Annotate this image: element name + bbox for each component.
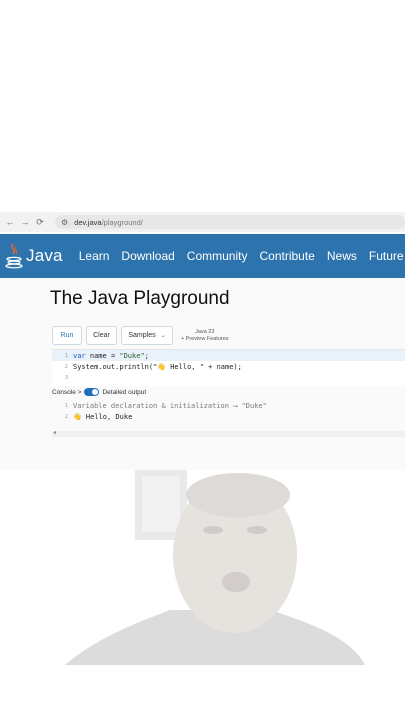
- browser-toolbar: ← → ⟳ ⚙ dev.java/playground/: [0, 212, 405, 232]
- code-line[interactable]: 2 System.out.println("👋 Hello, " + name)…: [52, 361, 405, 372]
- samples-label: Samples: [128, 332, 156, 339]
- run-button[interactable]: Run: [52, 326, 82, 345]
- code-keyword: var: [73, 351, 86, 360]
- code-line[interactable]: 1 var name = "Duke";: [52, 350, 405, 361]
- clear-button[interactable]: Clear: [86, 326, 117, 345]
- horizontal-scrollbar[interactable]: ◂: [52, 429, 405, 437]
- java-logo[interactable]: Java: [4, 242, 63, 270]
- site-navbar: Java Learn Download Community Contribute…: [0, 234, 405, 278]
- version-line-1: Java 23: [195, 328, 215, 335]
- code-editor[interactable]: 1 var name = "Duke"; 2 System.out.printl…: [52, 349, 405, 386]
- reload-icon[interactable]: ⟳: [35, 217, 45, 228]
- playground-toolbar: Run Clear Samples ⌄ Java 23 + Preview Fea…: [52, 326, 229, 345]
- clear-label: Clear: [93, 332, 110, 339]
- presenter-video-overlay: [65, 470, 365, 665]
- console-header: Console > Detailed output: [52, 388, 146, 396]
- line-number: 2: [64, 413, 68, 420]
- url-domain: dev.java: [74, 217, 102, 227]
- output-text: Variable declaration & initialization ⟶ …: [73, 401, 267, 410]
- chevron-down-icon: ⌄: [160, 333, 166, 339]
- line-number: 2: [64, 363, 68, 370]
- nav-link-download[interactable]: Download: [121, 249, 174, 263]
- back-arrow-icon[interactable]: ←: [5, 217, 15, 227]
- nav-link-community[interactable]: Community: [187, 249, 248, 263]
- forward-arrow-icon[interactable]: →: [20, 217, 30, 227]
- output-text: 👋 Hello, Duke: [73, 412, 133, 421]
- console-label[interactable]: Console >: [52, 389, 81, 396]
- run-label: Run: [60, 332, 74, 339]
- java-cup-icon: [5, 243, 23, 269]
- nav-link-learn[interactable]: Learn: [79, 249, 110, 263]
- code-text: System.out.println("👋 Hello, " + name);: [73, 362, 242, 371]
- code-line[interactable]: 3: [52, 372, 405, 383]
- java-version-info: Java 23 + Preview Features: [181, 329, 229, 343]
- url-path: /playground/: [101, 217, 143, 227]
- scroll-left-icon[interactable]: ◂: [53, 429, 56, 436]
- nav-link-contribute[interactable]: Contribute: [259, 249, 314, 263]
- code-string: "Duke": [119, 351, 145, 360]
- code-text: ;: [144, 351, 149, 360]
- page-title: The Java Playground: [50, 288, 230, 309]
- version-line-2: + Preview Features: [181, 335, 229, 342]
- toggle-label: Detailed output: [102, 388, 147, 396]
- console-output: 1 Variable declaration & initialization …: [52, 400, 405, 430]
- detailed-output-toggle[interactable]: [84, 388, 100, 396]
- logo-wordmark: Java: [26, 246, 63, 265]
- output-line: 2 👋 Hello, Duke: [52, 411, 405, 422]
- site-settings-icon[interactable]: ⚙: [61, 218, 68, 227]
- line-number: 3: [64, 374, 68, 381]
- output-line: 1 Variable declaration & initialization …: [52, 400, 405, 411]
- line-number: 1: [64, 352, 68, 359]
- line-number: 1: [64, 402, 68, 409]
- nav-link-news[interactable]: News: [327, 249, 357, 263]
- nav-link-future[interactable]: Future: [369, 249, 404, 263]
- samples-dropdown[interactable]: Samples ⌄: [121, 326, 173, 345]
- code-text: name =: [85, 351, 120, 360]
- address-bar[interactable]: ⚙ dev.java/playground/: [55, 215, 405, 229]
